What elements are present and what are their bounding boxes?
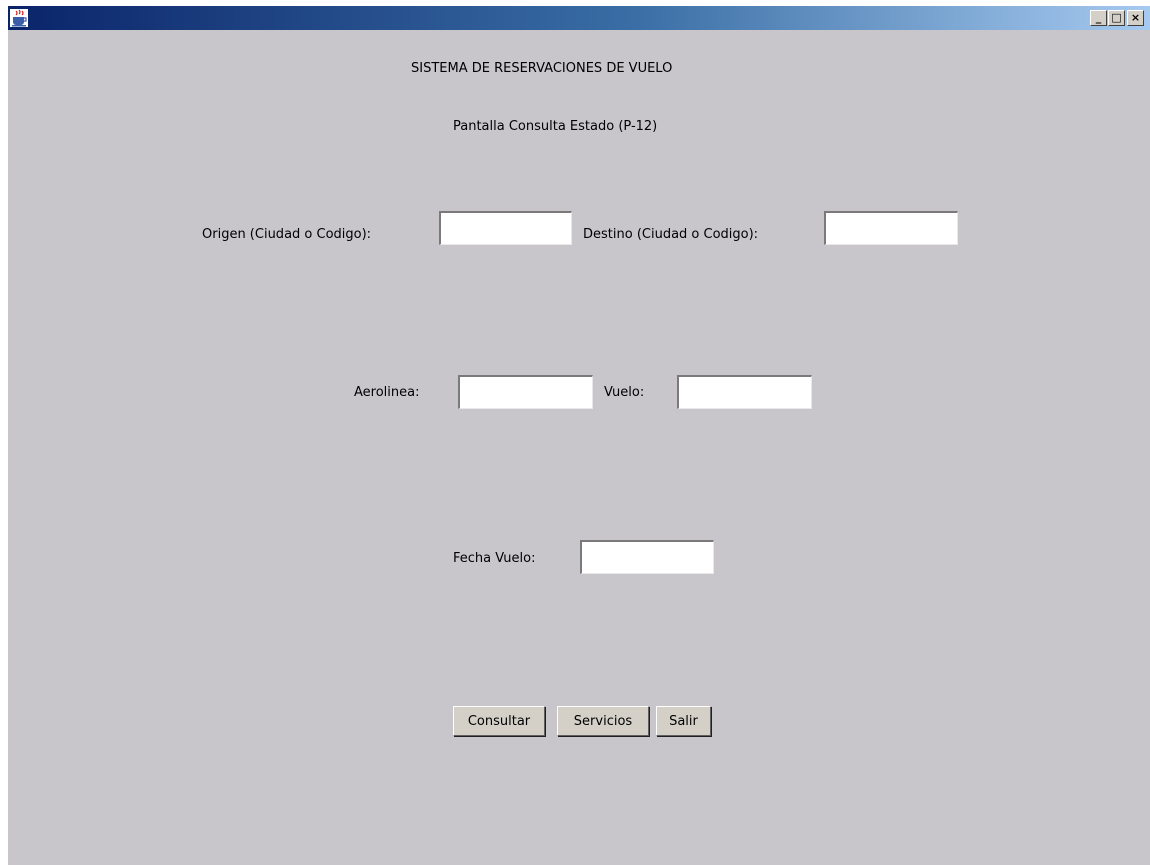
salir-button[interactable]: Salir [656, 706, 711, 736]
aerolinea-label: Aerolinea: [354, 385, 420, 400]
title-bar[interactable]: _ □ × [8, 6, 1150, 30]
app-window: _ □ × SISTEMA DE RESERVACIONES DE VUELO … [8, 6, 1150, 865]
minimize-button[interactable]: _ [1090, 10, 1107, 26]
page-subtitle: Pantalla Consulta Estado (P-12) [453, 119, 658, 134]
fecha-vuelo-label: Fecha Vuelo: [453, 551, 536, 566]
maximize-button[interactable]: □ [1108, 10, 1125, 26]
aerolinea-input[interactable] [458, 375, 593, 409]
consultar-button[interactable]: Consultar [453, 706, 545, 736]
java-cup-icon[interactable] [10, 9, 28, 27]
destino-input[interactable] [824, 211, 958, 245]
vuelo-input[interactable] [677, 375, 812, 409]
close-button[interactable]: × [1127, 10, 1144, 26]
page-title: SISTEMA DE RESERVACIONES DE VUELO [411, 61, 673, 76]
fecha-vuelo-input[interactable] [580, 540, 714, 574]
origen-input[interactable] [439, 211, 572, 245]
destino-label: Destino (Ciudad o Codigo): [583, 227, 759, 242]
origen-label: Origen (Ciudad o Codigo): [202, 227, 372, 242]
servicios-button[interactable]: Servicios [557, 706, 649, 736]
vuelo-label: Vuelo: [604, 385, 645, 400]
